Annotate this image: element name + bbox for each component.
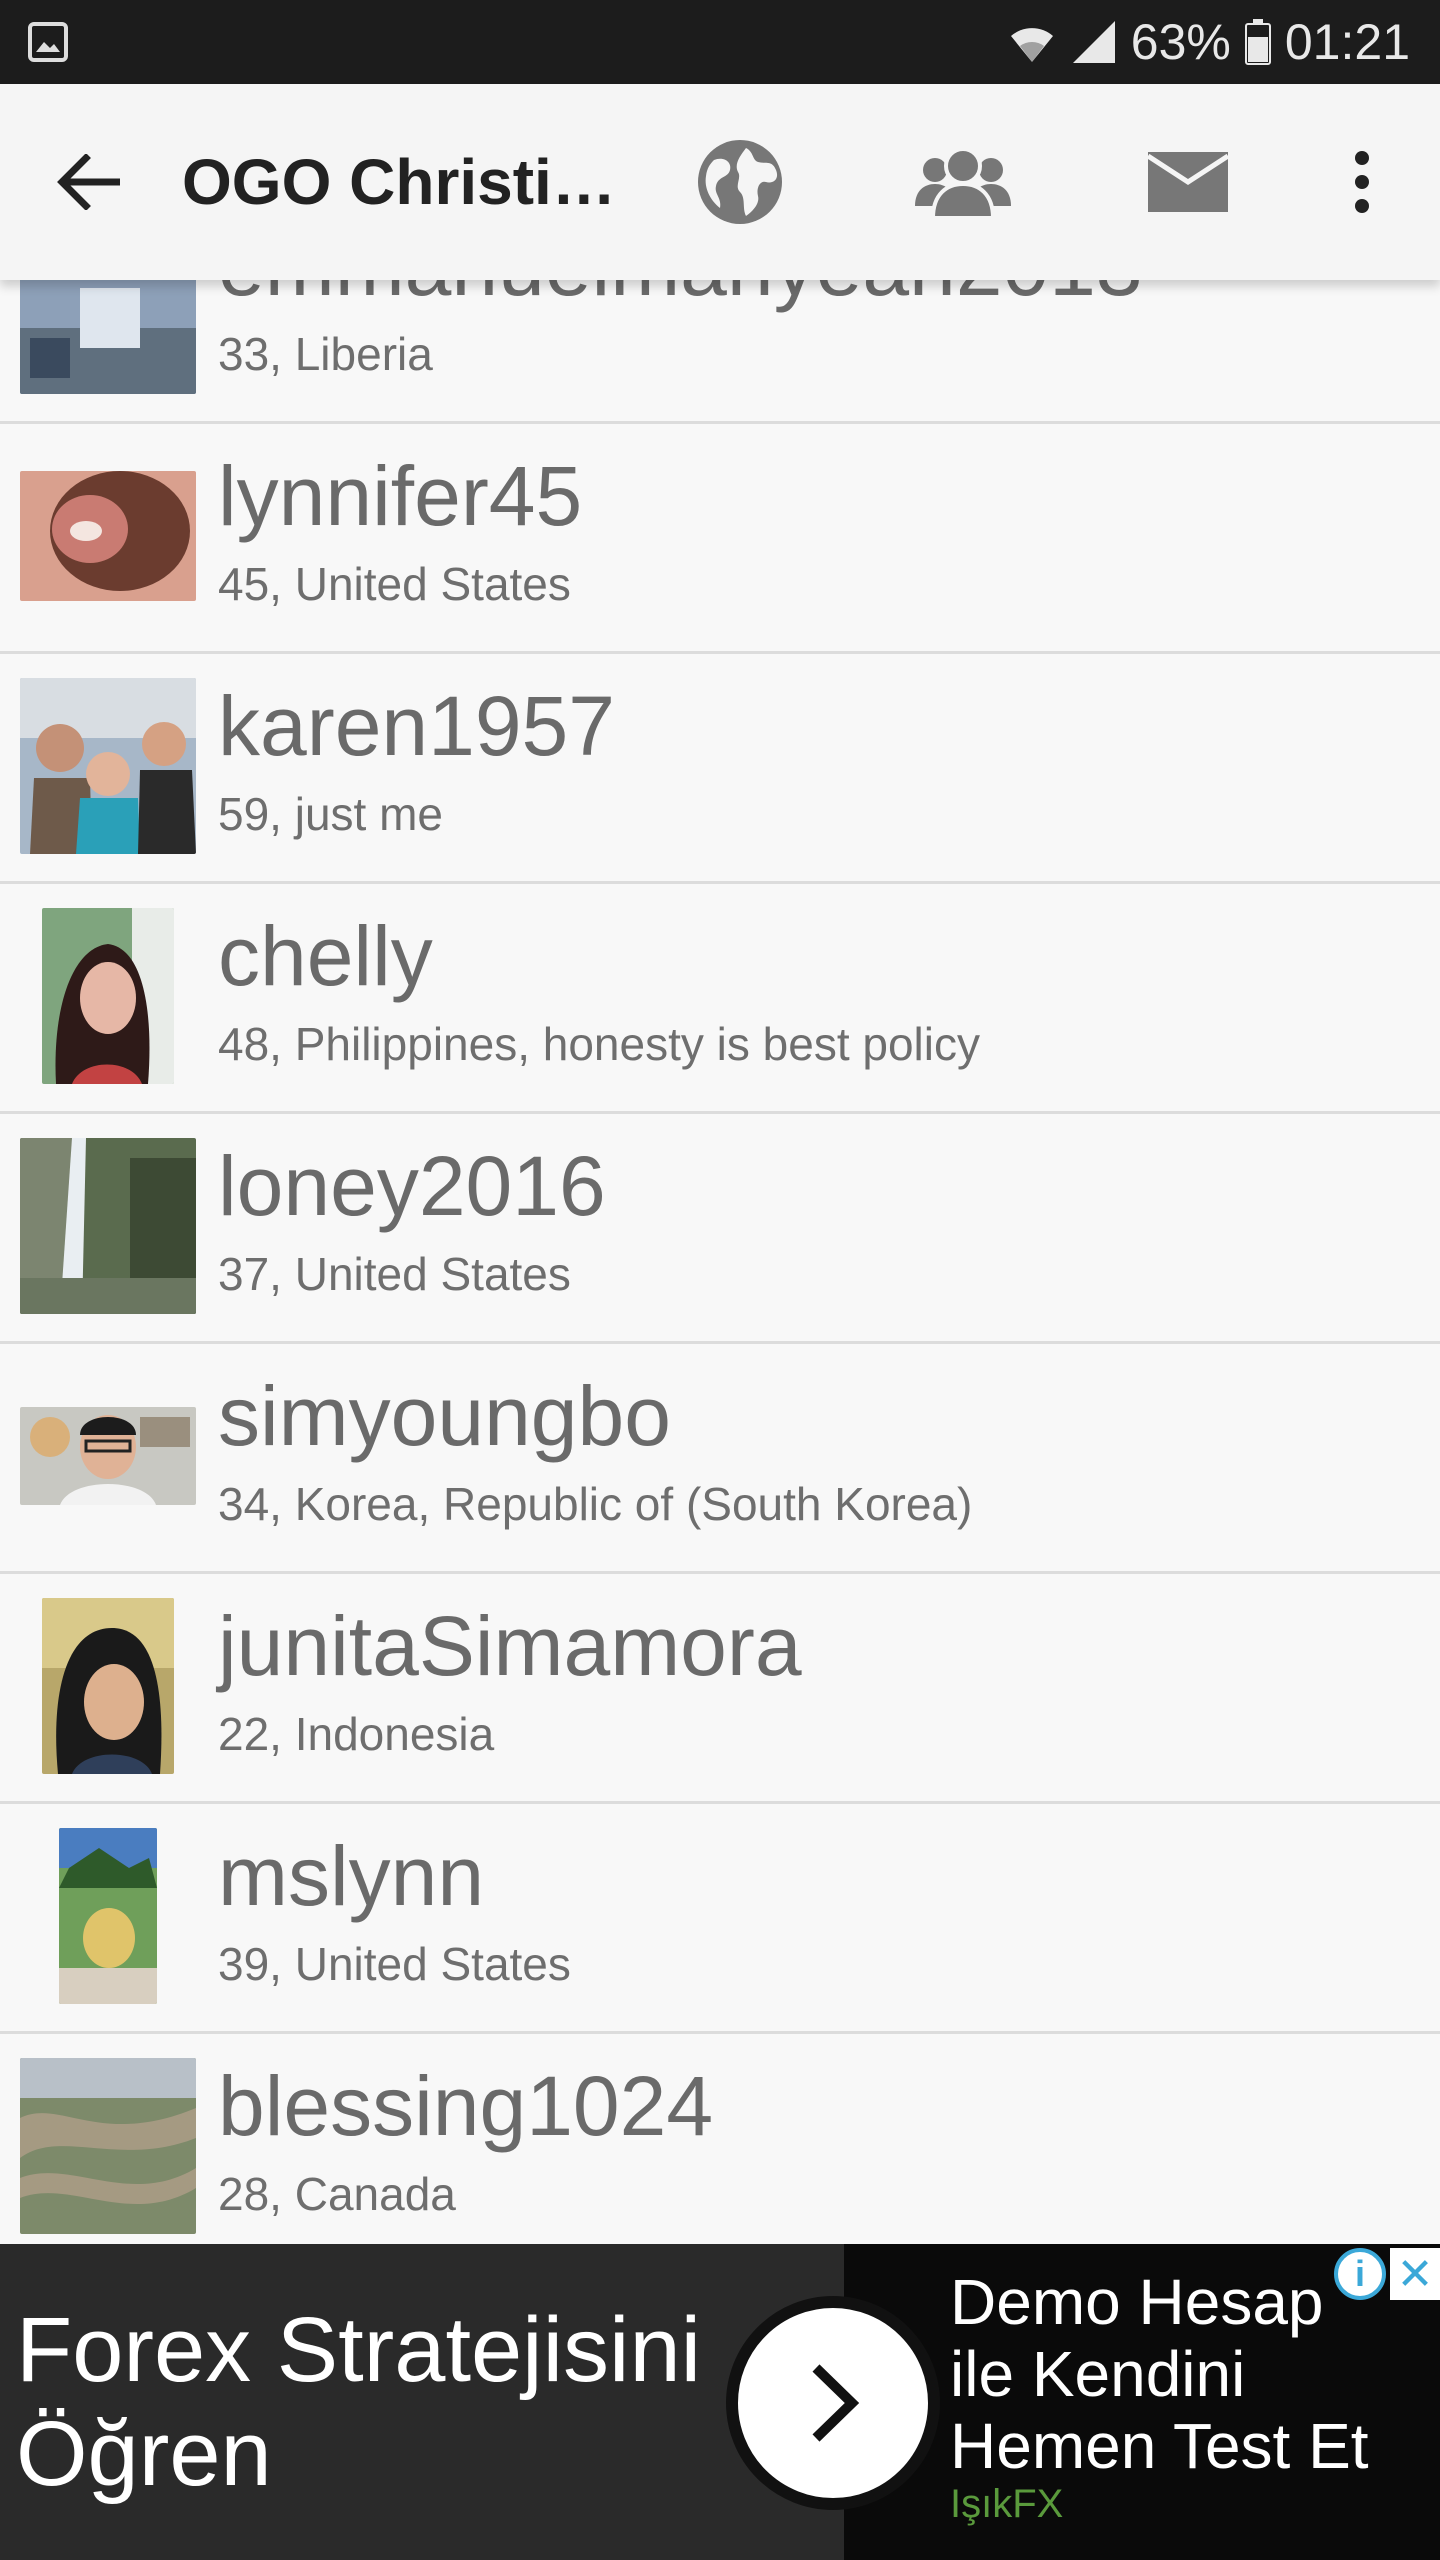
ad-headline-line2: Öğren <box>16 2403 272 2505</box>
username: lynnifer45 <box>218 449 583 543</box>
avatar <box>20 678 196 854</box>
clock: 01:21 <box>1284 14 1410 70</box>
ad-banner[interactable]: Forex Stratejisini Öğren Demo Hesap ile … <box>0 2244 1440 2560</box>
user-details: 59, just me <box>218 788 443 840</box>
mail-icon[interactable] <box>1138 132 1238 232</box>
avatar <box>20 280 196 394</box>
chevron-right-icon <box>812 2364 860 2442</box>
username: loney2016 <box>218 1139 606 1233</box>
list-item[interactable]: simyoungbo 34, Korea, Republic of (South… <box>0 1346 1440 1574</box>
username: blessing1024 <box>218 2059 714 2153</box>
user-details: 37, United States <box>218 1248 571 1300</box>
list-item[interactable]: karen1957 59, just me <box>0 656 1440 884</box>
ad-body-line3: Hemen Test Et <box>950 2410 1369 2482</box>
list-item[interactable]: mslynn 39, United States <box>0 1806 1440 2034</box>
ad-brand: IşıkFX <box>950 2482 1064 2526</box>
list-item[interactable]: blessing1024 28, Canada <box>0 2036 1440 2244</box>
list-item[interactable]: chelly 48, Philippines, honesty is best … <box>0 886 1440 1114</box>
more-vert-icon[interactable] <box>1312 132 1412 232</box>
username: mslynn <box>218 1829 485 1923</box>
username: simyoungbo <box>218 1369 671 1463</box>
user-details: 33, Liberia <box>218 328 433 380</box>
user-details: 39, United States <box>218 1938 571 1990</box>
username: chelly <box>218 909 433 1003</box>
ad-body: Demo Hesap ile Kendini Hemen Test Et <box>950 2266 1369 2482</box>
wifi-icon <box>1007 18 1057 66</box>
people-icon[interactable] <box>913 132 1013 232</box>
avatar <box>20 1828 196 2004</box>
user-details: 34, Korea, Republic of (South Korea) <box>218 1478 973 1530</box>
ad-body-line1: Demo Hesap <box>950 2266 1324 2338</box>
avatar <box>20 1138 196 1314</box>
battery-icon <box>1244 19 1271 65</box>
gallery-icon <box>28 22 68 62</box>
battery-percent: 63% <box>1130 14 1231 70</box>
user-list[interactable]: emmanuelmanyean2013 33, Liberia lynnifer… <box>0 280 1440 2244</box>
ad-close-icon[interactable]: ✕ <box>1390 2248 1440 2300</box>
avatar <box>20 1368 196 1544</box>
list-item[interactable]: loney2016 37, United States <box>0 1116 1440 1344</box>
globe-icon[interactable] <box>690 132 790 232</box>
signal-icon <box>1071 19 1117 65</box>
avatar <box>20 2058 196 2234</box>
list-item[interactable]: emmanuelmanyean2013 33, Liberia <box>0 280 1440 424</box>
avatar <box>20 908 196 1084</box>
page-title: OGO Christi… <box>182 146 616 218</box>
user-details: 28, Canada <box>218 2168 456 2220</box>
username: karen1957 <box>218 679 615 773</box>
ad-headline: Forex Stratejisini Öğren <box>16 2298 701 2506</box>
ad-headline-line1: Forex Stratejisini <box>16 2299 702 2401</box>
ad-arrow-button[interactable] <box>726 2296 940 2510</box>
status-bar: 63% 01:21 <box>0 0 1440 84</box>
back-arrow-icon[interactable] <box>48 142 128 222</box>
avatar <box>20 448 196 624</box>
avatar <box>20 1598 196 1774</box>
ad-info-icon[interactable]: i <box>1334 2248 1386 2300</box>
ad-body-line2: ile Kendini <box>950 2338 1246 2410</box>
user-details: 45, United States <box>218 558 571 610</box>
username: junitaSimamora <box>218 1599 802 1693</box>
list-item[interactable]: junitaSimamora 22, Indonesia <box>0 1576 1440 1804</box>
app-bar: OGO Christi… <box>0 84 1440 280</box>
username: emmanuelmanyean2013 <box>218 280 1143 316</box>
user-details: 22, Indonesia <box>218 1708 495 1760</box>
list-item[interactable]: lynnifer45 45, United States <box>0 426 1440 654</box>
user-details: 48, Philippines, honesty is best policy <box>218 1018 980 1070</box>
